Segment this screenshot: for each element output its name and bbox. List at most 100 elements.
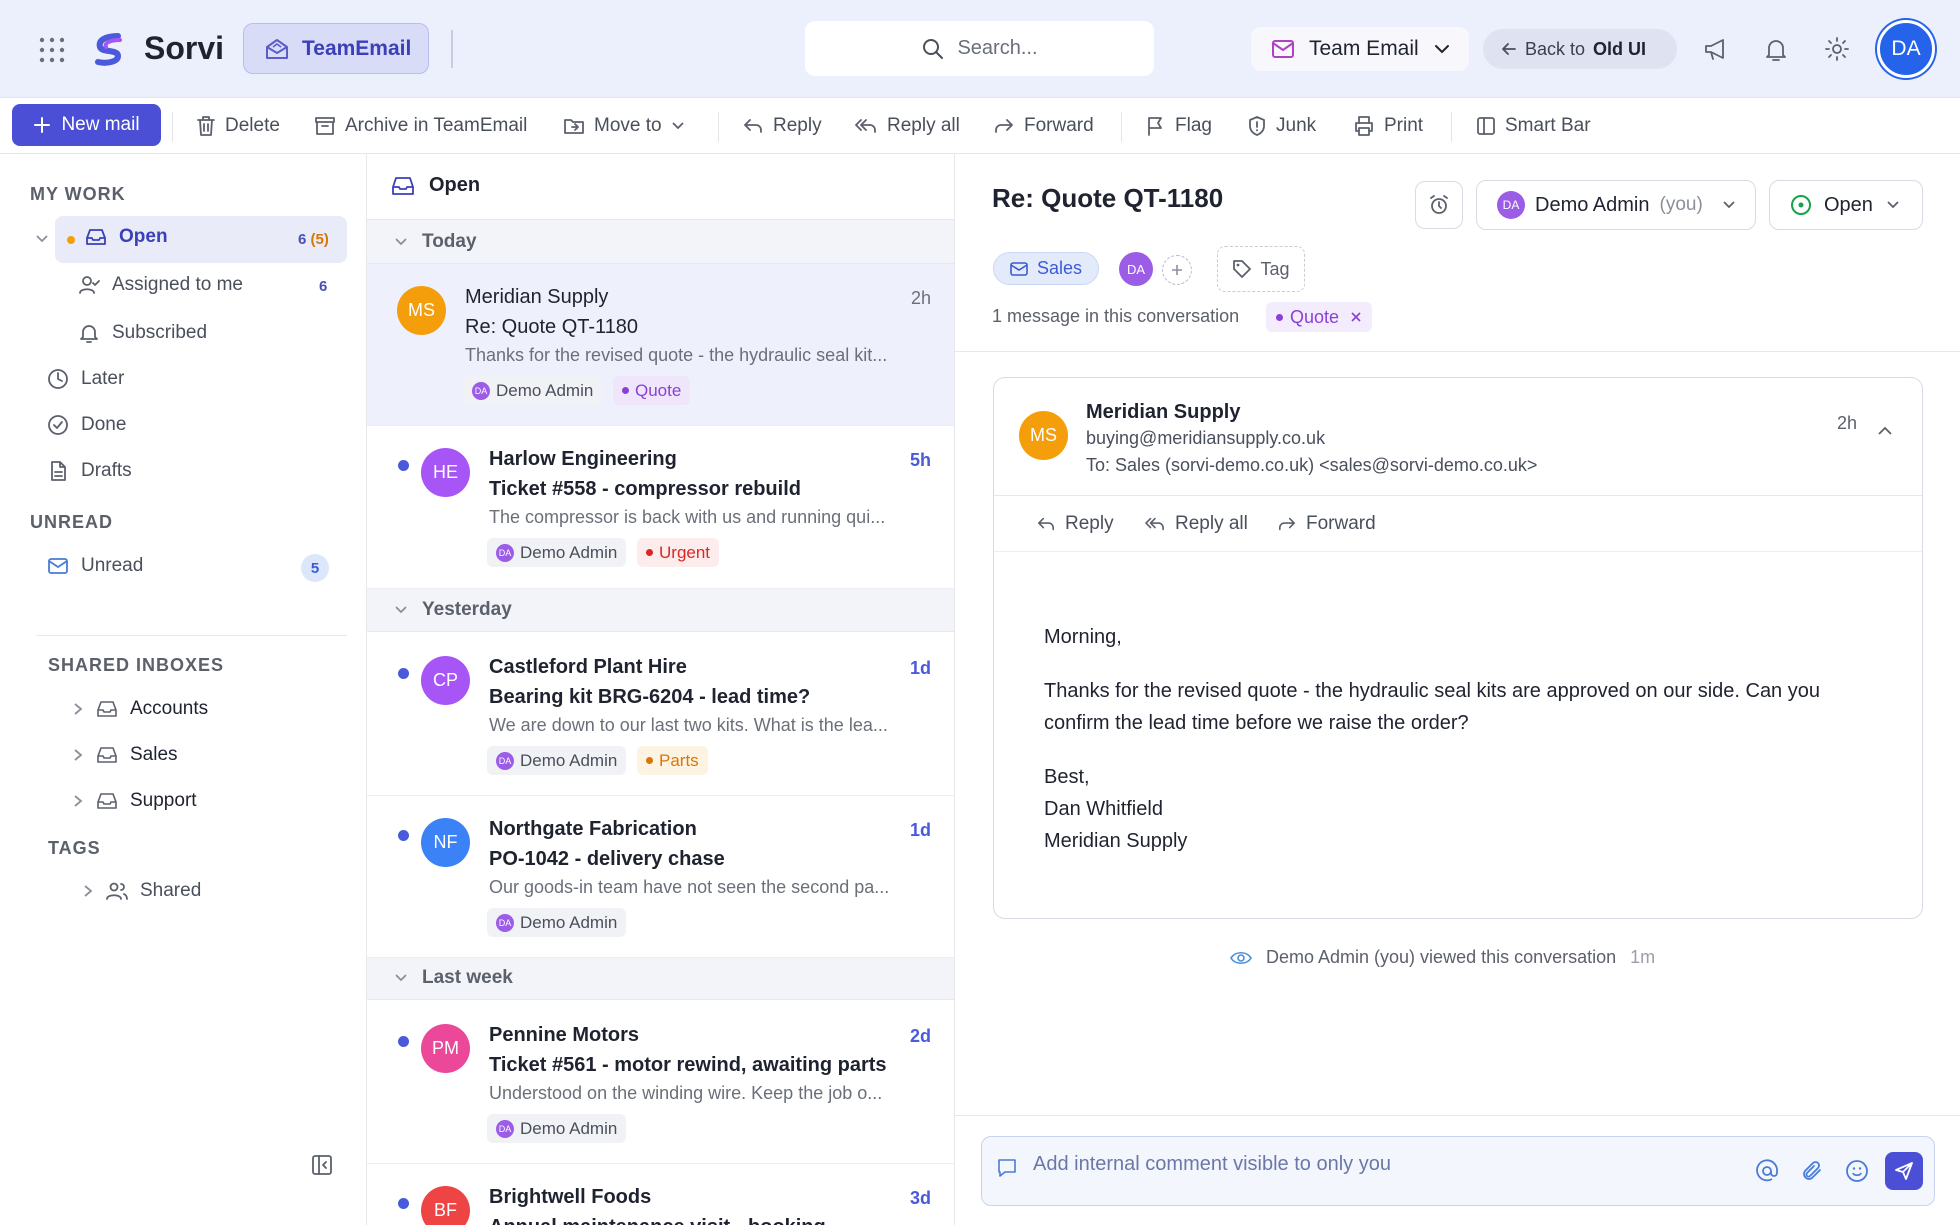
smart-bar-button[interactable]: Smart Bar xyxy=(1476,98,1591,154)
tag-icon xyxy=(1233,260,1252,278)
mailbox-switcher[interactable]: Team Email xyxy=(1251,27,1469,71)
sidebar-item-drafts[interactable]: Drafts xyxy=(47,460,132,482)
conversation-row[interactable]: BF Brightwell Foods 3d Annual maintenance v… xyxy=(367,1164,954,1225)
forward-button[interactable]: Forward xyxy=(993,98,1094,154)
unread-dot xyxy=(398,668,409,679)
archive-button[interactable]: Archive in TeamEmail xyxy=(314,98,527,154)
reply-all-button[interactable]: Reply all xyxy=(854,98,960,154)
forward-label: Forward xyxy=(1306,512,1376,534)
assignee-dropdown[interactable]: DA Demo Admin (you) xyxy=(1476,180,1756,230)
mail-icon xyxy=(48,558,68,574)
send-icon xyxy=(1895,1162,1913,1180)
add-participant-button[interactable] xyxy=(1162,255,1192,285)
sidebar-item-label: Accounts xyxy=(130,698,209,719)
collapse-sidebar-icon[interactable] xyxy=(311,1154,333,1176)
assignee-chip: DA Demo Admin xyxy=(487,908,627,937)
conversation-row[interactable]: PM Pennine Motors 2d Ticket #561 - motor re… xyxy=(367,1002,954,1164)
back-target: Old UI xyxy=(1593,38,1647,59)
sidebar-panel-icon xyxy=(1477,117,1495,135)
divider xyxy=(955,1115,1960,1116)
junk-label: Junk xyxy=(1276,115,1317,136)
list-group-header[interactable]: Today xyxy=(367,219,954,264)
reply-label: Reply xyxy=(773,115,822,136)
sidebar-item-assigned[interactable]: Assigned to me xyxy=(78,274,243,296)
sidebar-item-inbox[interactable]: Sales xyxy=(72,744,178,766)
gear-icon[interactable] xyxy=(1823,35,1851,63)
printer-icon xyxy=(1355,116,1373,136)
body-signoff: Best, xyxy=(1044,766,1090,788)
print-button[interactable]: Print xyxy=(1353,98,1423,154)
user-avatar[interactable]: DA xyxy=(1877,20,1935,78)
new-mail-button[interactable]: New mail xyxy=(12,104,161,146)
conversation-subject: PO-1042 - delivery chase xyxy=(489,848,725,870)
group-label: Last week xyxy=(422,966,513,988)
emoji-icon[interactable] xyxy=(1845,1159,1869,1183)
conversation-row[interactable]: HE Harlow Engineering 5h Ticket #558 - comp… xyxy=(367,426,954,589)
sender-avatar: BF xyxy=(421,1186,470,1225)
sender-name: Harlow Engineering xyxy=(489,448,677,470)
participant-avatar[interactable]: DA xyxy=(1119,252,1153,286)
comment-input[interactable]: Add internal comment visible to only you xyxy=(981,1136,1935,1206)
module-label: TeamEmail xyxy=(302,36,412,60)
list-group-header[interactable]: Yesterday xyxy=(367,587,954,632)
tags-heading: TAGS xyxy=(48,838,101,858)
megaphone-icon[interactable] xyxy=(1702,35,1730,63)
activity-time: 1m xyxy=(1630,947,1656,967)
chevron-down-icon[interactable] xyxy=(35,232,49,246)
mention-icon[interactable] xyxy=(1755,1159,1779,1183)
remove-tag-icon[interactable] xyxy=(1350,311,1362,323)
message-forward-button[interactable]: Forward xyxy=(1277,496,1376,551)
divider xyxy=(1121,112,1122,142)
flag-label: Flag xyxy=(1175,115,1212,136)
sidebar-item-inbox[interactable]: Accounts xyxy=(72,698,208,720)
paperclip-icon[interactable] xyxy=(1800,1159,1824,1183)
status-dropdown[interactable]: Open xyxy=(1769,180,1923,230)
inbox-icon xyxy=(97,793,117,809)
folder-move-icon xyxy=(564,119,584,134)
divider xyxy=(1451,112,1452,142)
list-group-header[interactable]: Last week xyxy=(367,955,954,1000)
delete-button[interactable]: Delete xyxy=(196,98,280,154)
junk-button[interactable]: Junk xyxy=(1247,98,1316,154)
sidebar-item-subscribed[interactable]: Subscribed xyxy=(78,322,207,344)
chevron-right-icon xyxy=(74,795,83,807)
signature-name: Dan Whitfield xyxy=(1044,798,1163,820)
bell-icon[interactable] xyxy=(1762,35,1790,63)
send-comment-button[interactable] xyxy=(1885,1152,1923,1190)
search-input[interactable]: Search... xyxy=(805,21,1154,76)
status-dot xyxy=(67,236,75,244)
back-to-old-ui-button[interactable]: Back to Old UI xyxy=(1483,29,1677,69)
add-tag-button[interactable]: Tag xyxy=(1217,246,1305,292)
chevron-up-icon[interactable] xyxy=(1877,426,1893,436)
sidebar-item-unread[interactable]: Unread xyxy=(47,555,143,577)
unread-heading: UNREAD xyxy=(30,512,114,532)
move-to-button[interactable]: Move to xyxy=(563,98,685,154)
snooze-button[interactable] xyxy=(1415,181,1463,229)
inbox-chip[interactable]: Sales xyxy=(993,252,1100,285)
teamemail-module-button[interactable]: TeamEmail xyxy=(243,23,429,74)
message-reply-all-button[interactable]: Reply all xyxy=(1144,496,1248,551)
app-grid-icon[interactable] xyxy=(38,36,66,64)
conversation-row[interactable]: CP Castleford Plant Hire 1d Bearing kit BRG… xyxy=(367,634,954,796)
chevron-right-icon xyxy=(84,885,93,897)
sender-avatar: MS xyxy=(397,286,446,335)
assignee-suffix: (you) xyxy=(1659,194,1703,215)
sidebar-item-done[interactable]: Done xyxy=(47,414,126,436)
conversation-row[interactable]: NF Northgate Fabrication 1d PO-1042 - deliv… xyxy=(367,796,954,958)
reply-button[interactable]: Reply xyxy=(742,98,822,154)
chevron-down-icon xyxy=(1887,201,1899,209)
conversation-row[interactable]: MS Meridian Supply 2h Re: Quote QT-1180 Than… xyxy=(367,264,954,426)
conversation-time: 1d xyxy=(909,658,931,678)
sender-name: Meridian Supply xyxy=(465,286,609,308)
conversation-subject: Ticket #561 - motor rewind, awaiting par… xyxy=(489,1054,887,1076)
tag-dot xyxy=(646,549,653,556)
flag-icon xyxy=(1148,117,1162,136)
sidebar-item-later[interactable]: Later xyxy=(47,368,124,390)
message-reply-button[interactable]: Reply xyxy=(1036,496,1114,551)
shield-icon xyxy=(1249,116,1265,136)
flag-button[interactable]: Flag xyxy=(1146,98,1212,154)
sidebar-item-inbox[interactable]: Support xyxy=(72,790,197,812)
forward-label: Forward xyxy=(1024,115,1094,136)
sidebar-item-tag-shared[interactable]: Shared xyxy=(82,880,201,902)
envelope-open-icon xyxy=(266,38,288,59)
